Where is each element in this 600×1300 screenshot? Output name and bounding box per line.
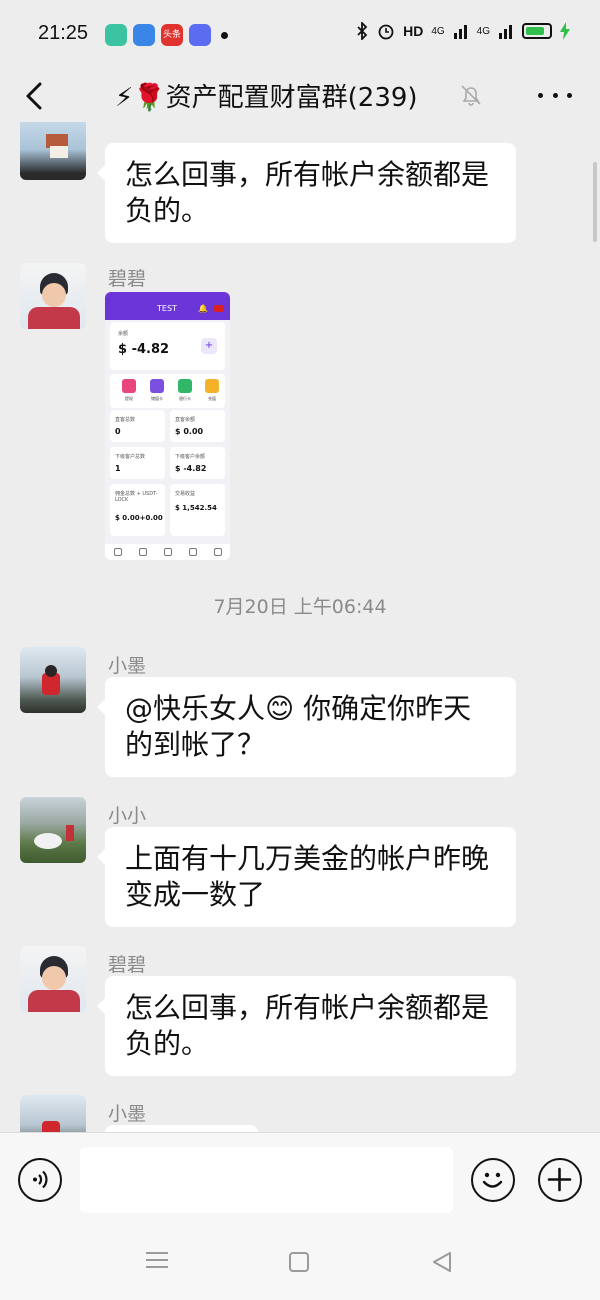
stat-card: 直客余额 $ 0.00 [170,410,225,442]
bluetooth-icon [357,22,368,40]
tab-agent-icon [188,548,197,556]
deposit-icon [205,379,219,393]
hd-indicator: HD [403,23,424,39]
stat-value: 1 [115,464,121,473]
tab-detail-icon [138,548,147,556]
message-bubble[interactable]: 怎么回事，所有帐户余额都是负的。 [97,143,516,243]
emoji-button[interactable] [471,1158,515,1202]
notification-dot-icon [221,31,228,39]
status-time: 21:25 [38,22,89,44]
input-bar [0,1132,600,1228]
message-bubble[interactable] [105,1125,258,1132]
voice-input-button[interactable] [18,1158,62,1202]
stat-value: $ 0.00+0.00 [115,514,163,522]
more-functions-button[interactable] [538,1158,582,1202]
avatar[interactable] [20,647,86,713]
chat-header: ⚡🌹资产配置财富群(239) [0,72,600,122]
image-app-title: TEST [157,304,177,313]
signal-icon [453,25,467,39]
avatar[interactable] [20,797,86,863]
back-button[interactable] [18,78,54,114]
flag-icon [214,305,224,312]
withdraw-icon [122,379,136,393]
stat-value: $ -4.82 [175,464,207,473]
stat-value: 0 [115,427,121,436]
sender-name: 小墨 [108,655,147,677]
stat-label: 下级客户余额 [175,454,206,460]
chat-title: ⚡🌹资产配置财富群(239) [115,83,418,113]
card-icon [150,379,164,393]
stat-card: 佣金总数 + USDT-LOCK $ 0.00+0.00 [110,484,165,536]
stat-card: 下级客户余额 $ -4.82 [170,447,225,479]
plus-icon [547,1167,572,1192]
actions-card: 提现 储值卡 银行卡 充值 [110,374,225,408]
app-launcher-icon [189,24,211,46]
home-button[interactable] [289,1252,309,1272]
tab-client-icon [163,548,172,556]
chat-timestamp: 7月20日 上午06:44 [213,596,387,618]
message-input[interactable] [80,1147,453,1213]
chat-scrollbar[interactable] [593,162,597,242]
app-notes-icon [105,24,127,46]
sender-name: 碧碧 [108,954,147,976]
chat-message-list[interactable]: 怎么回事，所有帐户余额都是负的。 碧碧 TEST 🔔 余额 $ -4.82 + … [0,122,600,1132]
stat-label: 佣金总数 + USDT-LOCK [115,491,158,503]
action-label: 提现 [125,396,133,401]
stat-card: 直客总数 0 [110,410,165,442]
recent-apps-button[interactable] [146,1252,168,1268]
charging-icon [560,22,570,40]
stat-value: $ 1,542.54 [175,504,217,512]
sender-name: 小小 [108,805,147,827]
alarm-icon [378,24,394,40]
voice-icon [33,1170,48,1189]
message-bubble[interactable]: 怎么回事，所有帐户余额都是负的。 [97,976,516,1076]
system-navigation-bar [0,1228,600,1300]
stat-label: 直客总数 [115,417,136,423]
mute-icon [461,85,481,106]
avatar[interactable] [20,1095,86,1132]
toutiao-icon: 头条 [161,24,183,46]
system-back-button[interactable] [430,1250,454,1274]
balance-card: 余额 $ -4.82 + [110,322,225,370]
status-app-icons: 头条 [105,24,228,46]
action-label: 充值 [208,396,216,401]
stat-value: $ 0.00 [175,427,204,436]
stat-card: 交易收益 $ 1,542.54 [170,484,225,536]
network-indicator-1: 4G [431,25,445,37]
message-bubble[interactable]: @快乐女人😊 你确定你昨天的到帐了？ [97,677,516,777]
status-indicators: HD 4G 4G [355,22,570,40]
add-button: + [201,338,217,354]
image-tab-bar [105,544,230,560]
emoji-icon [482,1172,503,1188]
more-options-button[interactable] [538,80,572,110]
sender-name: 碧碧 [108,268,147,290]
avatar[interactable] [20,122,86,180]
app-browser-icon [133,24,155,46]
action-label: 银行卡 [179,396,191,401]
network-indicator-2: 4G [476,25,490,37]
action-label: 储值卡 [151,396,163,401]
avatar[interactable] [20,946,86,1012]
tab-settings-icon [213,548,222,556]
bank-card-icon [178,379,192,393]
stat-label: 下级客户总数 [115,454,146,460]
avatar[interactable] [20,263,86,329]
sender-name: 小墨 [108,1103,147,1125]
battery-icon [522,23,552,39]
signal-icon-2 [499,25,512,39]
status-bar: 21:25 头条 HD 4G 4G [0,0,600,72]
balance-label: 余额 [118,331,129,337]
image-app-header: TEST 🔔 [105,292,230,320]
bell-icon: 🔔 [198,304,208,313]
tab-home-icon [113,548,122,556]
stat-label: 直客余额 [175,417,196,423]
stat-card: 下级客户总数 1 [110,447,165,479]
message-bubble[interactable]: 上面有十几万美金的帐户昨晚变成一数了 [97,827,516,927]
balance-value: $ -4.82 [118,342,170,357]
image-message-screenshot[interactable]: TEST 🔔 余额 $ -4.82 + 提现 储值卡 银行卡 充值 直客总数 0… [105,292,230,560]
stat-label: 交易收益 [175,491,196,497]
